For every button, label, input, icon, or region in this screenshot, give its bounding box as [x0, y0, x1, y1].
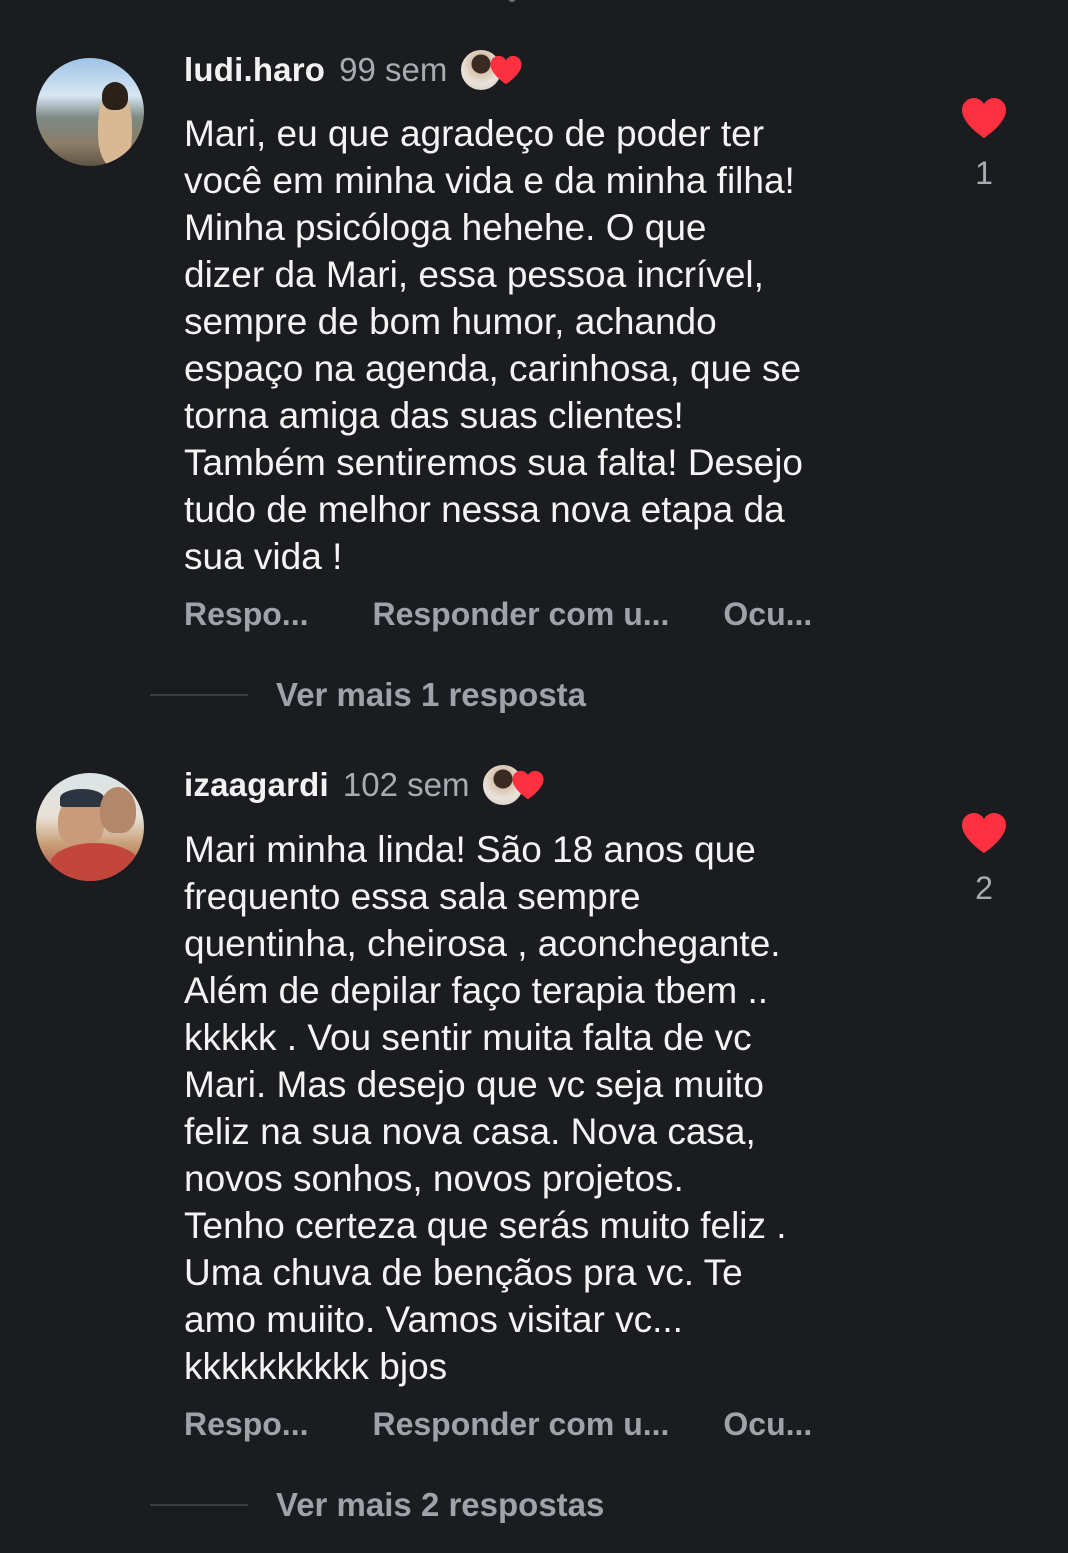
divider	[150, 694, 248, 696]
comment-header: izaagardi 102 sem	[184, 763, 553, 807]
comment-header: ludi.haro 99 sem	[184, 48, 531, 92]
view-more-replies-label[interactable]: Ver mais 1 resposta	[276, 676, 586, 714]
username[interactable]: ludi.haro	[184, 51, 325, 89]
heart-icon[interactable]	[959, 96, 1009, 140]
author-liked-badge	[459, 48, 531, 92]
heart-icon[interactable]	[959, 811, 1009, 855]
reply-with-button[interactable]: Responder com u...	[372, 596, 669, 633]
like-button[interactable]: 1	[958, 96, 1010, 192]
timestamp: 102 sem	[342, 766, 470, 803]
comment-text: Mari, eu que agradeço de poder ter você …	[184, 113, 803, 577]
scroll-indicator	[508, 0, 516, 2]
view-more-replies-label[interactable]: Ver mais 2 respostas	[276, 1486, 604, 1524]
hide-button[interactable]: Ocu...	[723, 1406, 812, 1443]
reply-with-button[interactable]: Responder com u...	[372, 1406, 669, 1443]
author-liked-badge	[481, 763, 553, 807]
avatar[interactable]	[36, 58, 144, 166]
username[interactable]: izaagardi	[184, 766, 329, 804]
reply-button[interactable]: Respo...	[184, 596, 308, 633]
hide-button[interactable]: Ocu...	[723, 596, 812, 633]
view-more-replies[interactable]: Ver mais 2 respostas	[150, 1486, 604, 1524]
reply-button[interactable]: Respo...	[184, 1406, 308, 1443]
comment-text: Mari minha linda! São 18 anos que freque…	[184, 829, 787, 1387]
timestamp: 99 sem	[339, 51, 448, 88]
like-count: 2	[975, 870, 993, 906]
comment-actions: Respo... Responder com u... Ocu...	[184, 1406, 812, 1443]
avatar[interactable]	[36, 773, 144, 881]
author-liked-heart-icon	[512, 770, 545, 800]
like-count: 1	[975, 155, 993, 191]
view-more-replies[interactable]: Ver mais 1 resposta	[150, 676, 586, 714]
like-button[interactable]: 2	[958, 811, 1010, 907]
divider	[150, 1504, 248, 1506]
comment-actions: Respo... Responder com u... Ocu...	[184, 596, 812, 633]
author-liked-heart-icon	[490, 55, 522, 85]
